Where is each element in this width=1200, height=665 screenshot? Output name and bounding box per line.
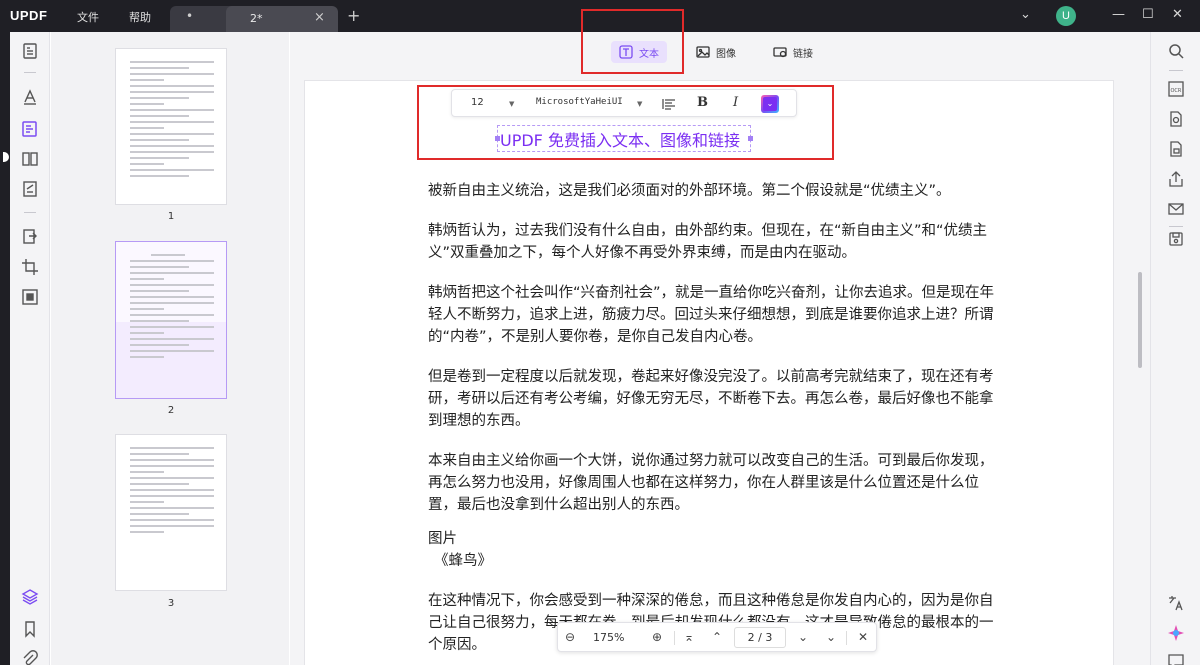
zoom-out-icon[interactable]: ⊖ bbox=[565, 630, 575, 644]
link-mode-label: 链接 bbox=[793, 48, 813, 60]
last-page-icon[interactable]: ⌄ bbox=[826, 630, 836, 644]
layers-icon[interactable] bbox=[21, 588, 39, 606]
divider bbox=[846, 631, 847, 645]
fill-sign-icon[interactable] bbox=[21, 180, 39, 198]
toolbar-divider bbox=[1169, 70, 1183, 71]
color-swatch-icon: ⌄ bbox=[763, 97, 777, 111]
resize-handle[interactable] bbox=[495, 136, 500, 141]
section-subtitle: 《蜂鸟》 bbox=[434, 553, 492, 569]
font-family-value[interactable]: MicrosoftYaHeiUI bbox=[536, 97, 623, 107]
previous-page-icon[interactable]: ⌃ bbox=[712, 630, 722, 644]
tab-close-icon[interactable]: × bbox=[314, 10, 325, 25]
thumbnail-label: 2 bbox=[167, 405, 175, 416]
tab-label: • bbox=[186, 9, 194, 23]
zoom-navigation-bar: ⊖ 175% ⊕ ⌅ ⌃ 2 / 3 ⌄ ⌄ ✕ bbox=[557, 622, 877, 652]
text-color-button[interactable]: ⌄ bbox=[761, 95, 779, 113]
updf-logo: UPDF bbox=[10, 8, 48, 23]
page-number-input[interactable]: 2 / 3 bbox=[734, 627, 786, 648]
chat-icon[interactable] bbox=[1167, 652, 1185, 665]
inserted-text-box[interactable]: UPDF 免费插入文本、图像和链接 bbox=[495, 125, 753, 152]
image-icon bbox=[696, 46, 710, 58]
paragraph: 本来自由主义给你画一个大饼，说你通过努力就可以改变自己的生活。可到最后你发现，再… bbox=[428, 453, 994, 513]
user-avatar[interactable]: U bbox=[1056, 6, 1076, 26]
paragraph: 被新自由主义统治，这是我们必须面对的外部环境。第二个假设就是“优绩主义”。 bbox=[428, 183, 951, 199]
redact-icon[interactable] bbox=[21, 288, 39, 306]
zoom-level[interactable]: 175% bbox=[593, 631, 624, 644]
paragraph: 韩炳哲把这个社会叫作“兴奋剂社会”，就是一直给你吃兴奋剂，让你去追求。但是现在年… bbox=[428, 285, 995, 345]
save-icon[interactable] bbox=[1167, 230, 1185, 248]
resize-handle[interactable] bbox=[748, 136, 753, 141]
image-mode-label: 图像 bbox=[716, 48, 736, 60]
inserted-text[interactable]: UPDF 免费插入文本、图像和链接 bbox=[500, 127, 740, 151]
bookmark-icon[interactable] bbox=[21, 620, 39, 638]
left-toolbar bbox=[10, 32, 50, 665]
thumbnail-page-1[interactable] bbox=[115, 48, 227, 205]
link-mode-button[interactable]: 链接 bbox=[765, 41, 821, 63]
bold-button[interactable]: B bbox=[697, 95, 708, 110]
reader-icon[interactable] bbox=[21, 42, 39, 60]
toolbar-divider bbox=[1169, 226, 1183, 227]
svg-text:OCR: OCR bbox=[1171, 88, 1182, 94]
email-icon[interactable] bbox=[1167, 200, 1185, 218]
ai-assistant-icon[interactable] bbox=[1167, 624, 1185, 642]
chevron-down-icon[interactable]: ⌄ bbox=[1020, 7, 1031, 22]
collapse-handle-icon[interactable] bbox=[3, 152, 9, 162]
add-tab-button[interactable]: + bbox=[347, 6, 360, 25]
comment-icon[interactable] bbox=[21, 88, 39, 106]
right-toolbar: OCR bbox=[1150, 32, 1200, 665]
protect-icon[interactable] bbox=[1167, 140, 1185, 158]
toolbar-divider bbox=[24, 72, 36, 73]
italic-button[interactable]: I bbox=[733, 95, 738, 110]
paragraph: 但是卷到一定程度以后就发现，卷起来好像没完没了。以前高考完就结束了，现在还有考研… bbox=[428, 369, 994, 429]
ocr-icon[interactable]: OCR bbox=[1167, 80, 1185, 98]
search-icon[interactable] bbox=[1167, 42, 1185, 60]
page-body-text: 被新自由主义统治，这是我们必须面对的外部环境。第二个假设就是“优绩主义”。 韩炳… bbox=[428, 180, 1003, 665]
link-icon bbox=[773, 47, 787, 58]
thumbnail-panel: 1 2 3 bbox=[51, 32, 289, 665]
section-title: 图片 bbox=[428, 531, 457, 547]
edit-text-icon[interactable] bbox=[21, 120, 39, 138]
left-edge bbox=[0, 32, 10, 665]
translate-icon[interactable] bbox=[1167, 594, 1185, 612]
highlight-box-modes bbox=[581, 9, 684, 74]
menu-help[interactable]: 帮助 bbox=[129, 9, 151, 25]
thumbnail-label: 1 bbox=[167, 211, 175, 222]
minimize-button[interactable]: — bbox=[1112, 7, 1125, 22]
maximize-button[interactable]: ☐ bbox=[1142, 7, 1154, 22]
share-icon[interactable] bbox=[1167, 170, 1185, 188]
font-size-value[interactable]: 12 bbox=[471, 97, 484, 108]
image-mode-button[interactable]: 图像 bbox=[688, 41, 744, 63]
divider bbox=[674, 631, 675, 645]
vertical-scrollbar[interactable] bbox=[1138, 272, 1142, 368]
edit-mode-bar: 文本 图像 链接 bbox=[290, 32, 1150, 72]
align-left-icon[interactable] bbox=[661, 96, 677, 112]
convert-file-icon[interactable] bbox=[1167, 110, 1185, 128]
thumbnail-page-3[interactable] bbox=[115, 434, 227, 591]
paragraph: 韩炳哲认为，过去我们没有什么自由，由外部约束。但现在，在“新自由主义”和“优绩主… bbox=[428, 223, 988, 261]
organize-pages-icon[interactable] bbox=[21, 150, 39, 168]
crop-icon[interactable] bbox=[21, 258, 39, 276]
text-format-toolbar: 12 ▼ MicrosoftYaHeiUI ▼ B I ⌄ bbox=[451, 89, 797, 117]
thumbnail-label: 3 bbox=[167, 598, 175, 609]
close-icon[interactable]: ✕ bbox=[858, 630, 868, 644]
thumbnail-page-2[interactable] bbox=[115, 241, 227, 399]
convert-icon[interactable] bbox=[21, 228, 39, 246]
zoom-in-icon[interactable]: ⊕ bbox=[652, 630, 662, 644]
toolbar-divider bbox=[24, 212, 36, 213]
tab-label: 2* bbox=[250, 12, 263, 25]
chevron-down-icon[interactable]: ▼ bbox=[637, 100, 642, 108]
chevron-down-icon[interactable]: ▼ bbox=[509, 100, 514, 108]
menu-file[interactable]: 文件 bbox=[77, 9, 99, 25]
tab-document-2[interactable]: 2* × bbox=[226, 6, 338, 32]
next-page-icon[interactable]: ⌄ bbox=[798, 630, 808, 644]
close-window-button[interactable]: ✕ bbox=[1172, 7, 1183, 22]
first-page-icon[interactable]: ⌅ bbox=[684, 630, 694, 644]
attachment-icon[interactable] bbox=[21, 650, 39, 665]
